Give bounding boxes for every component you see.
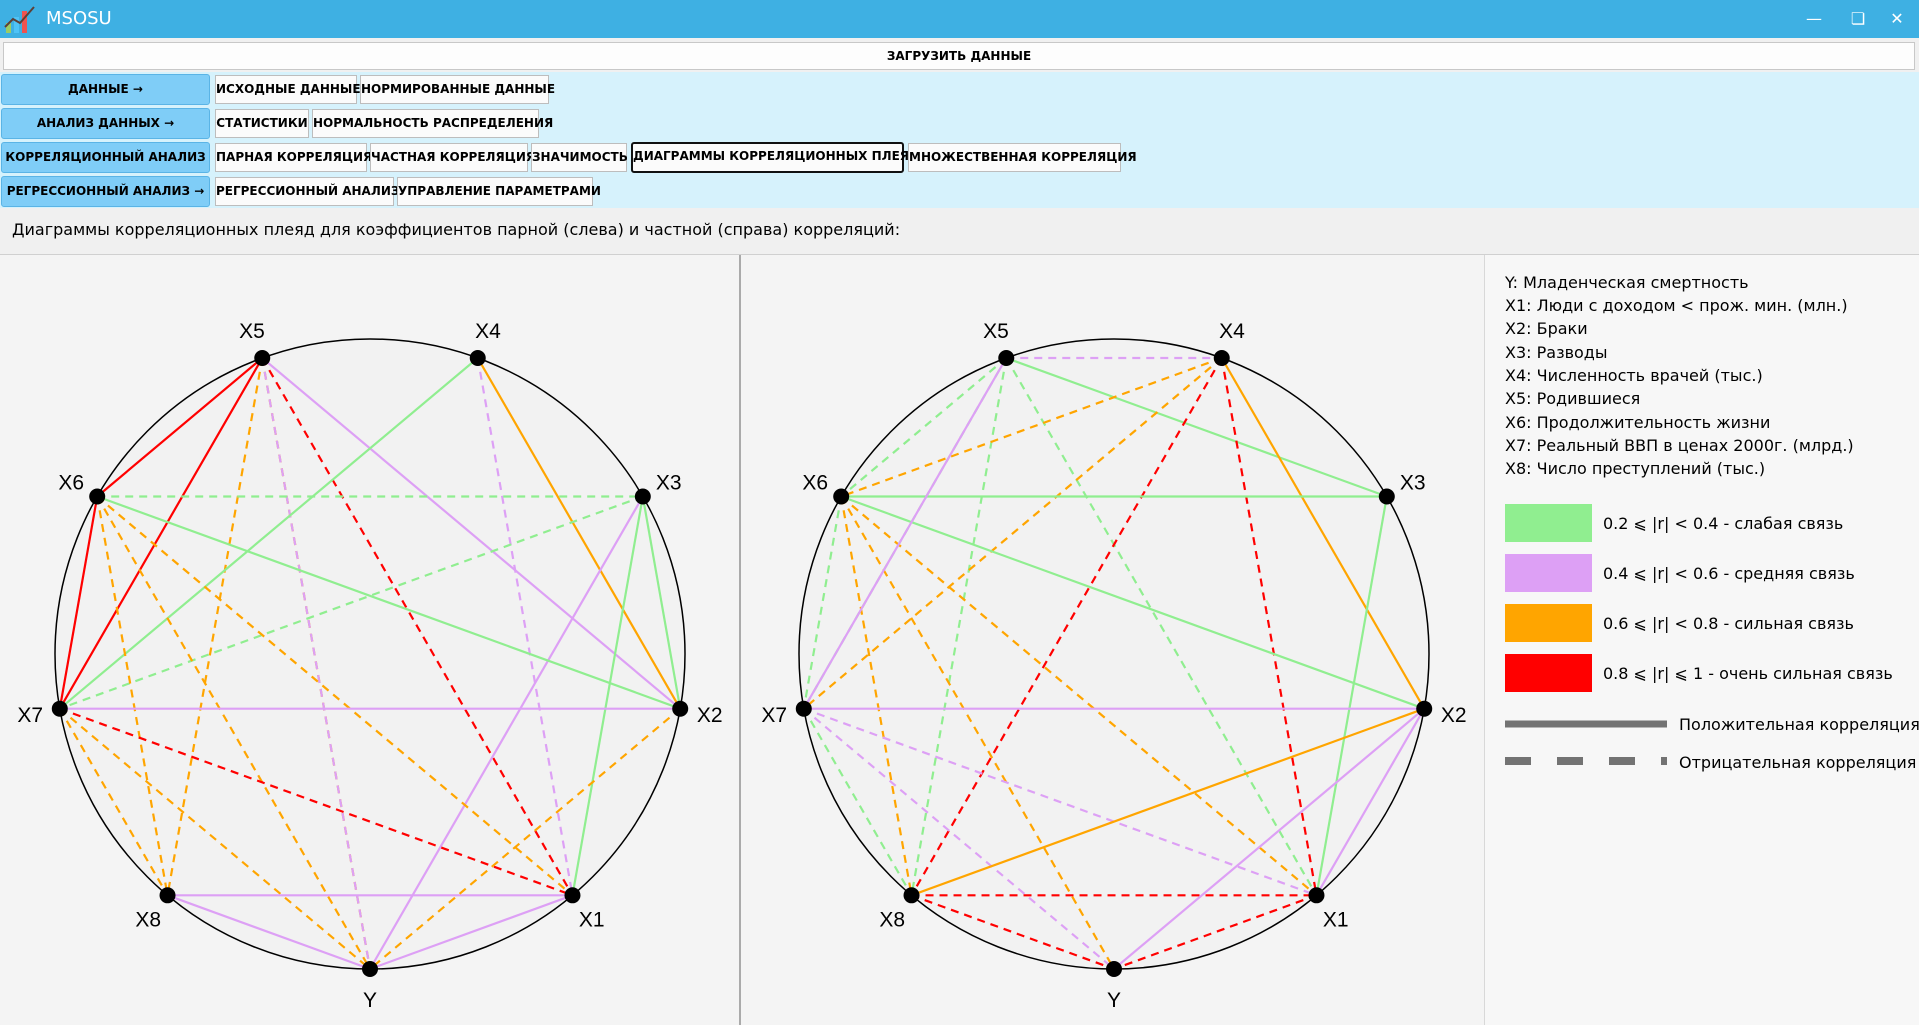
legend-panel: Y: Младенческая смертность X1: Люди с до… — [1485, 255, 1919, 1025]
node-x4 — [1213, 349, 1230, 366]
node-x2 — [672, 700, 689, 717]
partial-correlation-button[interactable]: ЧАСТНАЯ КОРРЕЛЯЦИЯ — [370, 143, 535, 172]
node-label-y: Y — [1107, 989, 1121, 1012]
node-label-x4: X4 — [1219, 320, 1245, 343]
significance-button[interactable]: ЗНАЧИМОСТЬ — [531, 143, 628, 172]
minimize-icon[interactable]: — — [1794, 4, 1834, 34]
node-x6 — [89, 488, 106, 505]
nav-regression-button[interactable]: РЕГРЕССИОННЫЙ АНАЛИЗ → — [1, 176, 210, 207]
node-x1 — [564, 887, 581, 904]
node-label-x5: X5 — [983, 320, 1009, 343]
pleiad-diagrams-button[interactable]: ДИАГРАММЫ КОРРЕЛЯЦИОННЫХ ПЛЕЯД — [631, 142, 920, 173]
normalized-data-button[interactable]: НОРМИРОВАННЫЕ ДАННЫЕ — [360, 75, 555, 104]
node-x8 — [159, 887, 176, 904]
weak-label: 0.2 ⩽ |r| < 0.4 - слабая связь — [1603, 514, 1844, 533]
node-label-x8: X8 — [135, 908, 161, 931]
pair-correlation-pleiad-chart: Y X1 X2 X3 X4 X5 X6 X7 X8 — [17, 320, 723, 1012]
legend-var-x6: X6: Продолжительность жизни — [1505, 413, 1771, 432]
node-label-x3: X3 — [1400, 472, 1426, 495]
strong-swatch — [1505, 604, 1592, 642]
title-bar: MSOSU — ❏ ✕ — [0, 0, 1919, 38]
node-x6 — [833, 488, 850, 505]
legend-var-x5: X5: Родившиеся — [1505, 389, 1641, 408]
line-style-samples — [1505, 720, 1667, 765]
nav-correlation-button[interactable]: КОРРЕЛЯЦИОННЫЙ АНАЛИЗ → — [1, 142, 210, 193]
node-x7 — [51, 700, 68, 717]
node-x8 — [903, 887, 920, 904]
pleiad-circle — [54, 338, 686, 970]
node-x2 — [1416, 700, 1433, 717]
node-x5 — [998, 349, 1015, 366]
restore-icon[interactable]: ❏ — [1838, 4, 1878, 34]
close-icon[interactable]: ✕ — [1877, 4, 1917, 34]
navigation-panel: ДАННЫЕ → ИСХОДНЫЕ ДАННЫЕ НОРМИРОВАННЫЕ Д… — [0, 72, 1919, 208]
nav-analysis-button[interactable]: АНАЛИЗ ДАННЫХ → — [1, 108, 210, 139]
legend-var-y: Y: Младенческая смертность — [1505, 273, 1749, 292]
node-x3 — [634, 488, 651, 505]
node-label-x1: X1 — [579, 908, 605, 931]
node-x1 — [1308, 887, 1325, 904]
legend-var-x7: X7: Реальный ВВП в ценах 2000г. (млрд.) — [1505, 436, 1854, 455]
node-x5 — [254, 349, 271, 366]
node-label-x2: X2 — [1441, 704, 1467, 727]
legend-var-x8: X8: Число преступлений (тыс.) — [1505, 459, 1766, 478]
strong-label: 0.6 ⩽ |r| < 0.8 - сильная связь — [1603, 614, 1854, 633]
negative-label: Отрицательная корреляция — [1679, 753, 1917, 772]
node-label-x7: X7 — [17, 704, 43, 727]
node-label-x3: X3 — [656, 472, 682, 495]
node-label-x4: X4 — [475, 320, 501, 343]
app-title: MSOSU — [46, 8, 112, 29]
node-label-x2: X2 — [697, 704, 723, 727]
node-y — [362, 961, 378, 977]
statistics-button[interactable]: СТАТИСТИКИ — [215, 109, 309, 138]
node-x4 — [469, 349, 486, 366]
very-strong-label: 0.8 ⩽ |r| ⩽ 1 - очень сильная связь — [1603, 664, 1893, 683]
pair-correlation-button[interactable]: ПАРНАЯ КОРРЕЛЯЦИЯ — [215, 143, 372, 172]
positive-label: Положительная корреляция — [1679, 715, 1919, 734]
very-strong-swatch — [1505, 654, 1592, 692]
node-x3 — [1378, 488, 1395, 505]
legend-var-x1: X1: Люди с доходом < прож. мин. (млн.) — [1505, 296, 1848, 315]
regression-button[interactable]: РЕГРЕССИОННЫЙ АНАЛИЗ — [215, 177, 399, 206]
nav-data-button[interactable]: ДАННЫЕ → — [1, 74, 210, 105]
legend-var-x2: X2: Браки — [1505, 319, 1588, 338]
node-label-x7: X7 — [761, 704, 787, 727]
page-caption: Диаграммы корреляционных плеяд для коэфф… — [12, 220, 901, 239]
pleiad-circle — [798, 338, 1430, 970]
node-y — [1106, 961, 1122, 977]
node-label-x6: X6 — [58, 472, 84, 495]
node-x7 — [795, 700, 812, 717]
node-label-y: Y — [363, 989, 377, 1012]
app-logo-icon — [4, 6, 35, 33]
medium-label: 0.4 ⩽ |r| < 0.6 - средняя связь — [1603, 564, 1855, 583]
normality-button[interactable]: НОРМАЛЬНОСТЬ РАСПРЕДЕЛЕНИЯ — [312, 109, 553, 138]
node-label-x5: X5 — [239, 320, 265, 343]
legend-var-x3: X3: Разводы — [1505, 343, 1608, 362]
node-label-x8: X8 — [879, 908, 905, 931]
raw-data-button[interactable]: ИСХОДНЫЕ ДАННЫЕ — [215, 75, 361, 104]
legend-var-x4: X4: Численность врачей (тыс.) — [1505, 366, 1763, 385]
node-label-x6: X6 — [802, 472, 828, 495]
multiple-correlation-button[interactable]: МНОЖЕСТВЕННАЯ КОРРЕЛЯЦИЯ — [908, 143, 1137, 172]
partial-correlation-pleiad-chart: Y X1 X2 X3 X4 X5 X6 X7 X8 — [761, 320, 1467, 1012]
medium-swatch — [1505, 554, 1592, 592]
weak-swatch — [1505, 504, 1592, 542]
parameter-control-button[interactable]: УПРАВЛЕНИЕ ПАРАМЕТРАМИ — [397, 177, 601, 206]
node-label-x1: X1 — [1323, 908, 1349, 931]
load-data-button[interactable]: ЗАГРУЗИТЬ ДАННЫЕ — [3, 42, 1915, 70]
